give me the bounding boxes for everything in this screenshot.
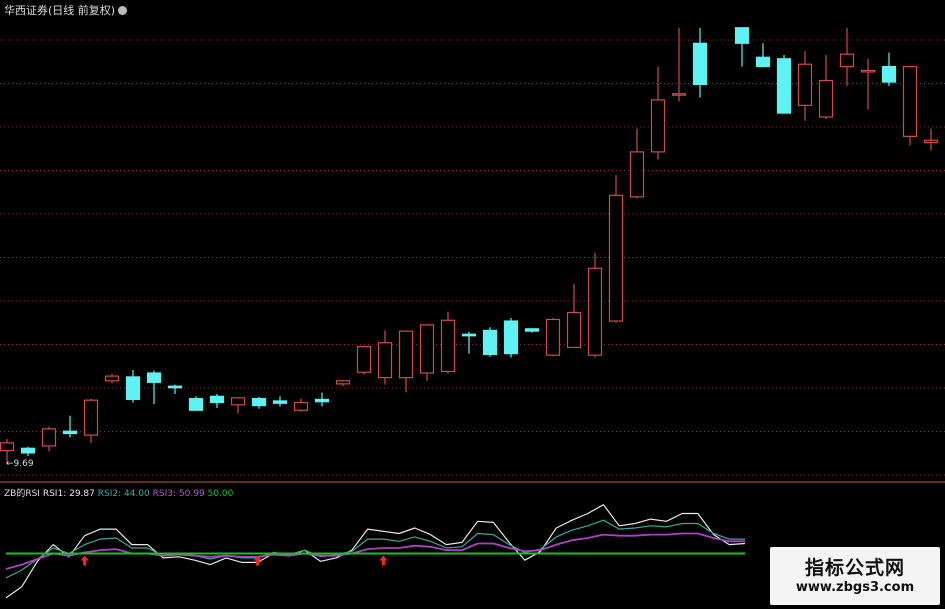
candle-body	[545, 318, 561, 356]
candle-body	[20, 447, 36, 454]
candle-body	[650, 99, 666, 153]
candle-body	[503, 320, 519, 355]
low-price-label: ←9.69	[6, 459, 34, 469]
candle-body	[629, 151, 645, 198]
watermark-name: 指标公式网	[804, 557, 905, 579]
candle-body	[314, 398, 330, 403]
candle-body	[797, 63, 813, 106]
candle-body	[272, 400, 288, 404]
options-icon[interactable]	[118, 6, 128, 15]
watermark-url: www.zbgs3.com	[795, 580, 915, 595]
candle-body	[293, 401, 309, 411]
candle-body	[524, 328, 540, 332]
price-gridlines	[0, 39, 945, 483]
candle-body	[482, 329, 498, 355]
candle-body	[377, 342, 393, 379]
candle-body	[0, 442, 15, 452]
candle-body	[104, 375, 120, 382]
candle-body	[356, 346, 372, 373]
candle-body	[125, 376, 141, 400]
candle-body	[692, 42, 708, 85]
candle-body	[818, 79, 834, 118]
rsi2-legend: RSI2: 44.00	[97, 489, 150, 499]
candle-body	[860, 69, 876, 73]
chart-title[interactable]: 华西证券(日线 前复权)	[4, 2, 128, 18]
candle-body	[251, 398, 267, 407]
candle-body	[398, 330, 414, 379]
buy-signal-arrow	[379, 555, 388, 566]
candle-body	[419, 324, 435, 374]
level-legend: 50.00	[207, 489, 234, 499]
candle-body	[923, 139, 939, 144]
rsi-panel	[5, 504, 746, 599]
rsi1-legend: RSI1: 29.87	[42, 489, 95, 499]
candle-body	[734, 27, 750, 44]
candle-body	[188, 398, 204, 411]
watermark: 指标公式网 www.zbgs3.com	[770, 547, 940, 605]
candle-body	[146, 372, 162, 383]
candle-body	[335, 380, 351, 385]
candle-body	[566, 311, 582, 349]
candlesticks	[0, 27, 939, 464]
rsi3-legend: RSI3: 50.99	[152, 489, 205, 499]
candle-body	[209, 395, 225, 404]
buy-signal-arrow	[80, 555, 89, 566]
candle-body	[167, 385, 183, 389]
candle-body	[440, 319, 456, 373]
rsi1-line	[5, 504, 746, 599]
candle-body	[839, 53, 855, 68]
candle-body	[230, 397, 246, 406]
candle-body	[671, 93, 687, 96]
candle-body	[587, 267, 603, 356]
indicator-legend: ZB的RSI RSI1: 29.87 RSI2: 44.00 RSI3: 50.…	[4, 486, 233, 499]
indicator-name: ZB的RSI	[4, 489, 40, 499]
candle-body	[41, 428, 57, 447]
candle-body	[461, 333, 477, 337]
chart-area[interactable]	[0, 0, 945, 609]
candle-body	[881, 65, 897, 83]
candle-body	[83, 399, 99, 436]
candle-body	[62, 430, 78, 435]
candle-body	[902, 65, 918, 137]
candle-body	[608, 194, 624, 322]
candle-body	[776, 58, 792, 114]
candle-body	[755, 56, 771, 68]
